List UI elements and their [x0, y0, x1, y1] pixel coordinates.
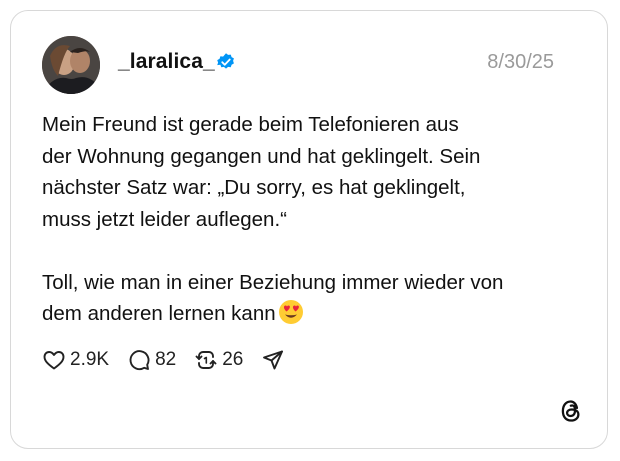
- repost-icon: [195, 351, 217, 369]
- post-text: Mein Freund ist gerade beim Telefonieren…: [42, 113, 504, 325]
- post-actions: 2.9K 82 26: [42, 345, 303, 375]
- post-body: Mein Freund ist gerade beim Telefonieren…: [42, 109, 582, 330]
- like-count: 2.9K: [70, 349, 110, 370]
- verified-badge-icon: [217, 53, 234, 69]
- heart-eyes-emoji: [278, 300, 303, 324]
- comment-button[interactable]: 82: [127, 348, 176, 372]
- post-date: 8/30/25: [487, 51, 554, 73]
- share-button[interactable]: [261, 348, 285, 372]
- username[interactable]: _laralica_: [118, 50, 215, 74]
- send-icon: [263, 350, 284, 370]
- heart-icon: [43, 351, 65, 370]
- like-button[interactable]: 2.9K: [42, 348, 109, 372]
- repost-button[interactable]: 26: [194, 348, 243, 372]
- comment-bubble-icon: [129, 350, 150, 371]
- repost-count: 26: [222, 349, 244, 370]
- avatar[interactable]: [42, 36, 100, 94]
- threads-logo-icon: [561, 400, 580, 422]
- comment-count: 82: [155, 349, 177, 370]
- post-card: _laralica_ 8/30/25 Mein Freund ist gerad…: [10, 10, 608, 449]
